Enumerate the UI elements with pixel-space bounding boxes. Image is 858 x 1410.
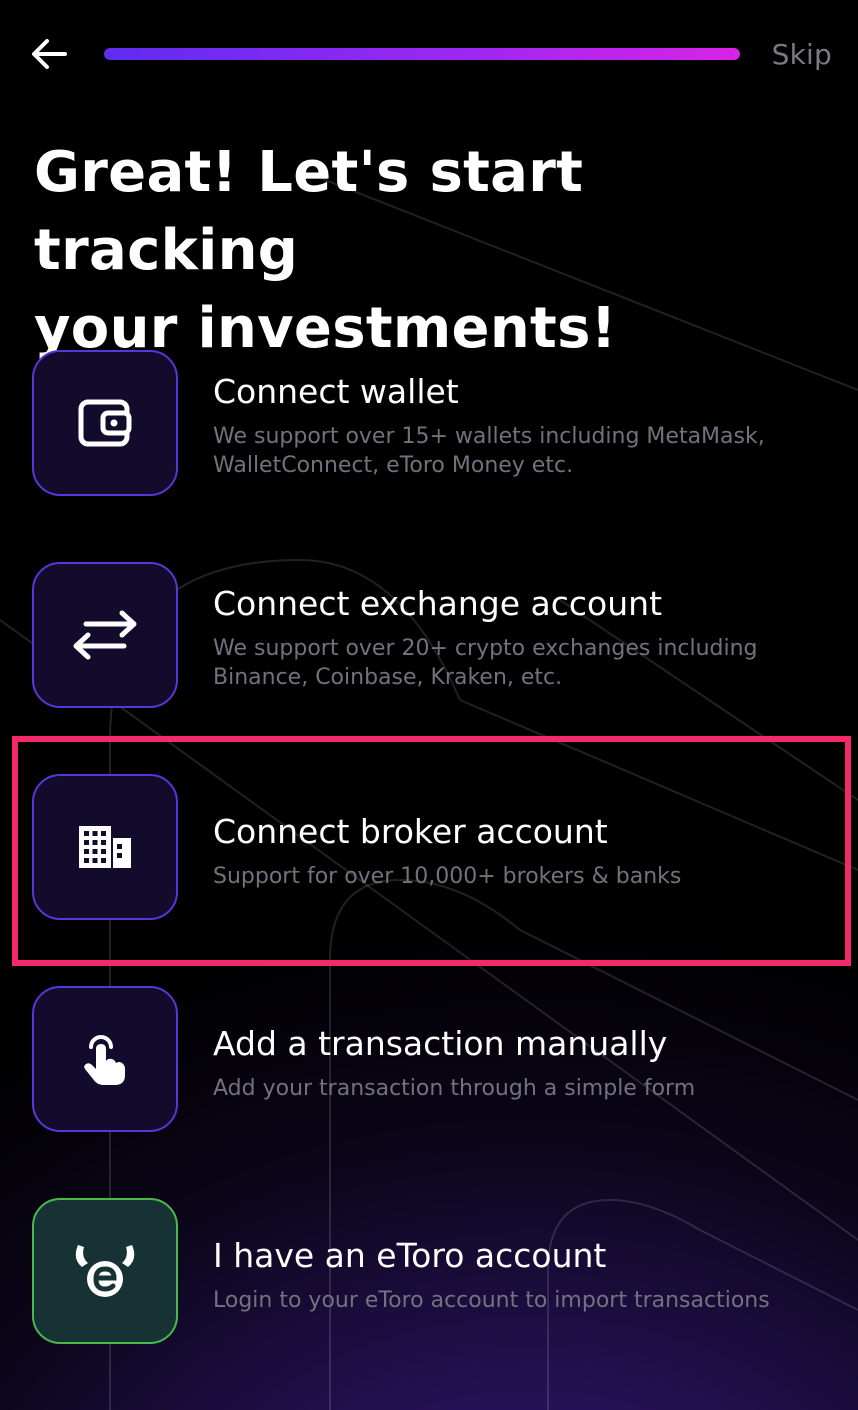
etoro-account-description: Login to your eToro account to import tr… bbox=[213, 1288, 770, 1313]
add-transaction-description: Add your transaction through a simple fo… bbox=[213, 1076, 696, 1101]
wallet-icon bbox=[78, 399, 132, 447]
connect-exchange-title: Connect exchange account bbox=[213, 584, 663, 623]
add-transaction-icon-box bbox=[32, 986, 178, 1132]
connect-wallet-title: Connect wallet bbox=[213, 372, 459, 411]
connect-exchange-description: We support over 20+ crypto exchanges inc… bbox=[213, 636, 758, 690]
etoro-account-option[interactable]: I have an eToro account Login to your eT… bbox=[32, 1198, 832, 1346]
connect-broker-icon-box bbox=[32, 774, 178, 920]
connect-wallet-description: We support over 15+ wallets including Me… bbox=[213, 424, 765, 478]
connect-broker-option[interactable]: Connect broker account Support for over … bbox=[32, 774, 832, 922]
connect-broker-description: Support for over 10,000+ brokers & banks bbox=[213, 864, 682, 889]
exchange-arrows-icon bbox=[73, 610, 137, 660]
add-transaction-option[interactable]: Add a transaction manually Add your tran… bbox=[32, 986, 832, 1134]
hand-tap-icon bbox=[84, 1035, 125, 1085]
etoro-account-title: I have an eToro account bbox=[213, 1236, 607, 1275]
add-transaction-title: Add a transaction manually bbox=[213, 1024, 668, 1063]
connect-broker-title: Connect broker account bbox=[213, 812, 608, 851]
connect-exchange-icon-box bbox=[32, 562, 178, 708]
connect-wallet-icon-box bbox=[32, 350, 178, 496]
option-list: Connect wallet We support over 15+ walle… bbox=[0, 0, 858, 1410]
connect-exchange-option[interactable]: Connect exchange account We support over… bbox=[32, 562, 832, 710]
etoro-logo-icon bbox=[75, 1245, 135, 1297]
etoro-icon-box bbox=[32, 1198, 178, 1344]
connect-wallet-option[interactable]: Connect wallet We support over 15+ walle… bbox=[32, 350, 832, 498]
building-icon bbox=[79, 826, 131, 868]
